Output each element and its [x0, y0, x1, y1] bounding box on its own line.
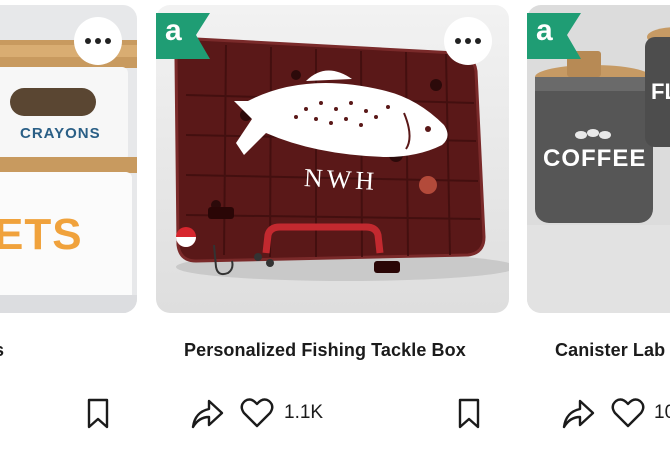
image-label-coffee: COFFEE [543, 145, 647, 172]
product-title[interactable]: Personalized Fishing Tackle Box [184, 340, 466, 361]
heart-icon[interactable] [240, 398, 274, 428]
badge-letter: a [165, 14, 182, 47]
product-title[interactable]: Canister Lab [555, 340, 665, 361]
image-label-fl: FL [651, 79, 670, 104]
heart-icon[interactable] [611, 398, 645, 428]
like-count: 10 [654, 402, 670, 423]
product-title[interactable]: s [0, 340, 4, 361]
image-label-ets: ETS [0, 210, 83, 259]
more-options-button[interactable] [444, 17, 492, 65]
bookmark-icon[interactable] [457, 398, 481, 430]
share-icon[interactable] [560, 396, 596, 430]
more-options-button[interactable] [74, 17, 122, 65]
share-icon[interactable] [189, 396, 225, 430]
badge-letter: a [536, 14, 553, 47]
like-count: 1.1K [284, 402, 324, 423]
image-monogram: NWH [303, 163, 379, 196]
image-label-crayons: CRAYONS [20, 125, 101, 142]
bookmark-icon[interactable] [86, 398, 110, 430]
